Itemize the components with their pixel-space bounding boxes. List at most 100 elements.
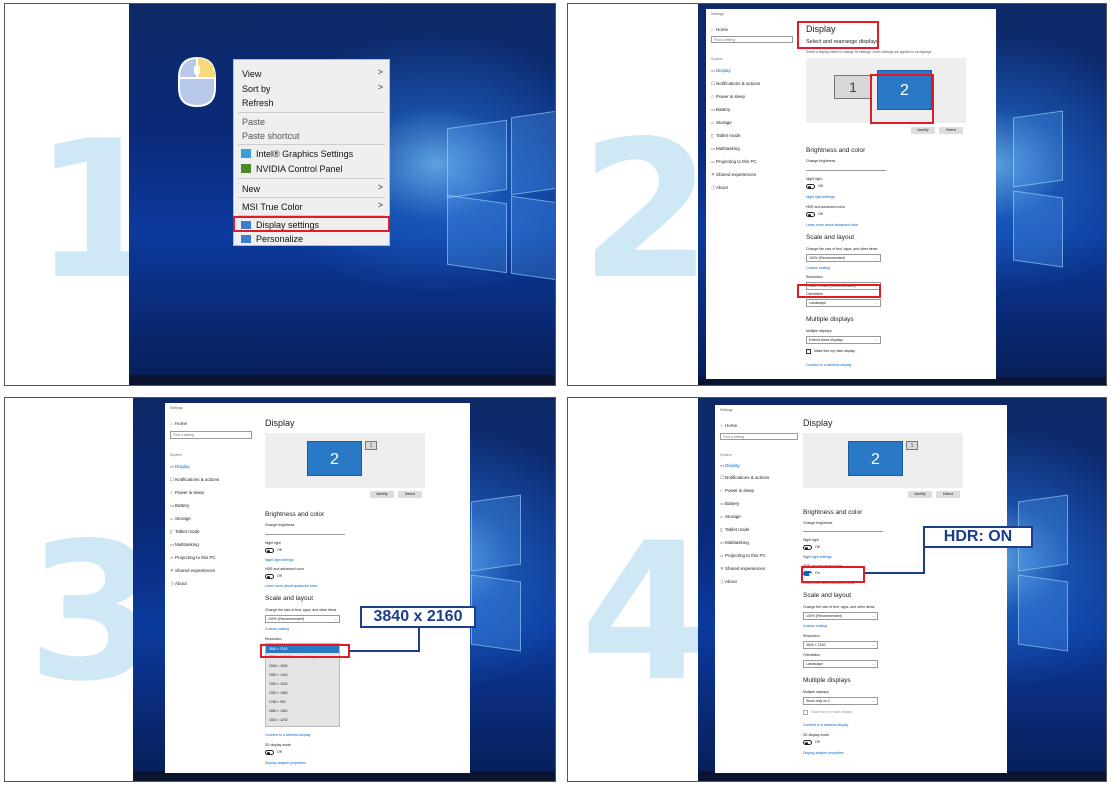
connect-wireless-link[interactable]: Connect to a wireless display [803, 723, 848, 727]
nav-about[interactable]: ⓘAbout [711, 185, 728, 191]
nav-projecting[interactable]: ▱ Projecting to this PC [711, 159, 757, 165]
resolution-option[interactable]: 1920 × 1440 [269, 673, 287, 677]
nav-storage[interactable]: ═ Storage [720, 514, 741, 520]
resolution-option[interactable]: 1920 × 1200 [269, 682, 287, 686]
scale-dropdown[interactable]: 100% (Recommended) ⌄ [803, 612, 878, 620]
resolution-option[interactable]: 1768 × 992 [269, 700, 286, 704]
nav-storage[interactable]: ═ Storage [170, 516, 191, 522]
menu-item-personalize[interactable]: Personalize [256, 234, 303, 244]
custom-scaling-link[interactable]: Custom scaling [806, 266, 830, 270]
detect-button[interactable]: Detect [936, 491, 960, 498]
nav-power-sleep[interactable]: ○ Power & sleep [711, 94, 745, 100]
nav-label: Battery [175, 503, 190, 508]
nav-shared-experiences[interactable]: ✕Shared experiences [711, 172, 756, 178]
nav-battery[interactable]: ▭Battery [170, 503, 189, 509]
nav-about[interactable]: ⓘAbout [720, 579, 737, 585]
night-light-toggle[interactable] [803, 545, 812, 550]
nav-display[interactable]: ▭Display [170, 464, 190, 470]
learn-hdr-link[interactable]: Learn more about advanced color [806, 223, 858, 227]
menu-item-paste-shortcut[interactable]: Paste shortcut [242, 131, 300, 141]
nav-display[interactable]: ▭Display [720, 463, 740, 469]
nav-multitasking[interactable]: ▭Multitasking [720, 540, 749, 546]
menu-item-view[interactable]: View [242, 69, 261, 79]
nav-display[interactable]: ▭Display [711, 68, 731, 74]
adapter-properties-link[interactable]: Display adapter properties [803, 751, 844, 755]
nav-tablet-mode[interactable]: ▯ Tablet mode [170, 529, 200, 535]
resolution-option[interactable]: 1680 × 1050 [269, 709, 287, 713]
nav-battery[interactable]: ▭Battery [720, 501, 739, 507]
nav-notifications[interactable]: ☐Notifications & actions [720, 475, 769, 481]
monitor-1[interactable]: 1 [906, 441, 918, 450]
nav-notifications[interactable]: ☐Notifications & actions [711, 81, 760, 87]
menu-item-new[interactable]: New [242, 184, 260, 194]
nav-shared-experiences[interactable]: ✕Shared experiences [720, 566, 765, 572]
nav-storage[interactable]: ═ Storage [711, 120, 732, 126]
scale-dropdown[interactable]: 100% (Recommended) ⌄ [265, 615, 340, 623]
multiple-displays-dropdown[interactable]: Show only on 2 ⌄ [803, 697, 878, 705]
highlight-display-settings [233, 216, 390, 232]
nav-projecting[interactable]: ▱ Projecting to this PC [720, 553, 766, 559]
main-display-checkbox[interactable] [803, 710, 808, 715]
scale-dropdown[interactable]: 100% (Recommended) ⌄ [806, 254, 881, 262]
3d-display-toggle[interactable] [265, 750, 274, 755]
identify-button[interactable]: Identify [370, 491, 394, 498]
nav-projecting[interactable]: ▱ Projecting to this PC [170, 555, 216, 561]
night-light-settings-link[interactable]: Night light settings [265, 558, 294, 562]
custom-scaling-link[interactable]: Custom scaling [803, 624, 827, 628]
nav-tablet-mode[interactable]: ▯ Tablet mode [720, 527, 750, 533]
menu-item-refresh[interactable]: Refresh [242, 98, 274, 108]
resolution-option[interactable]: 1600 × 1200 [269, 718, 287, 722]
night-light-toggle[interactable] [265, 548, 274, 553]
3d-display-toggle[interactable] [803, 740, 812, 745]
identify-button[interactable]: Identify [908, 491, 932, 498]
menu-item-intel-graphics[interactable]: Intel® Graphics Settings [256, 149, 353, 159]
adapter-properties-link[interactable]: Display adapter properties [265, 761, 306, 765]
orientation-dropdown[interactable]: Landscape ⌄ [803, 660, 878, 668]
brightness-slider[interactable] [265, 534, 345, 535]
nav-power-sleep[interactable]: ○ Power & sleep [720, 488, 754, 494]
nav-notifications[interactable]: ☐Notifications & actions [170, 477, 219, 483]
hdr-toggle[interactable] [265, 574, 274, 579]
nav-battery[interactable]: ▭Battery [711, 107, 730, 113]
search-input[interactable]: Find a setting [711, 36, 793, 43]
detect-button[interactable]: Detect [398, 491, 422, 498]
connect-wireless-link[interactable]: Connect to a wireless display [265, 733, 310, 737]
brightness-slider[interactable] [803, 531, 883, 532]
nav-power-sleep[interactable]: ○ Power & sleep [170, 490, 204, 496]
menu-item-sort-by[interactable]: Sort by [242, 84, 271, 94]
detect-button[interactable]: Detect [939, 127, 963, 134]
monitor-2[interactable]: 2 [307, 441, 362, 476]
monitor-2[interactable]: 2 [848, 441, 903, 476]
night-light-settings-link[interactable]: Night light settings [806, 195, 835, 199]
nav-multitasking[interactable]: ▭Multitasking [711, 146, 740, 152]
night-light-toggle[interactable] [806, 184, 815, 189]
monitor-1[interactable]: 1 [834, 75, 872, 99]
night-light-settings-link[interactable]: Night light settings [803, 555, 832, 559]
search-input[interactable]: Find a setting [170, 431, 252, 439]
resolution-option[interactable]: 1920 × 1080 [269, 691, 287, 695]
main-display-checkbox[interactable] [806, 349, 811, 354]
nav-about[interactable]: ⓘAbout [170, 581, 187, 587]
menu-item-nvidia-control-panel[interactable]: NVIDIA Control Panel [256, 164, 343, 174]
nav-multitasking[interactable]: ▭Multitasking [170, 542, 199, 548]
nav-home[interactable]: ⌂ Home [711, 27, 728, 33]
custom-scaling-link[interactable]: Custom scaling [265, 627, 289, 631]
monitor-1[interactable]: 1 [365, 441, 377, 450]
nav-home[interactable]: ⌂ Home [720, 423, 737, 429]
hdr-toggle[interactable] [806, 212, 815, 217]
multiple-displays-dropdown[interactable]: Extend these displays ⌄ [806, 336, 881, 344]
taskbar[interactable] [129, 375, 555, 385]
identify-button[interactable]: Identify [911, 127, 935, 134]
nav-home[interactable]: ⌂ Home [170, 421, 187, 427]
resolution-option[interactable]: 2048 × 1536 [269, 664, 287, 668]
nav-shared-experiences[interactable]: ✕Shared experiences [170, 568, 215, 574]
search-input[interactable]: Find a setting [720, 433, 798, 440]
orientation-dropdown[interactable]: Landscape ⌄ [806, 299, 881, 307]
brightness-slider[interactable] [806, 170, 886, 171]
connect-wireless-link[interactable]: Connect to a wireless display [806, 363, 851, 367]
menu-item-msi-true-color[interactable]: MSI True Color [242, 202, 303, 212]
menu-item-paste[interactable]: Paste [242, 117, 265, 127]
nav-tablet-mode[interactable]: ▯ Tablet mode [711, 133, 741, 139]
resolution-dropdown[interactable]: 3840 × 2160 ⌄ [803, 641, 878, 649]
learn-hdr-link[interactable]: Learn more about advanced color [265, 584, 317, 588]
